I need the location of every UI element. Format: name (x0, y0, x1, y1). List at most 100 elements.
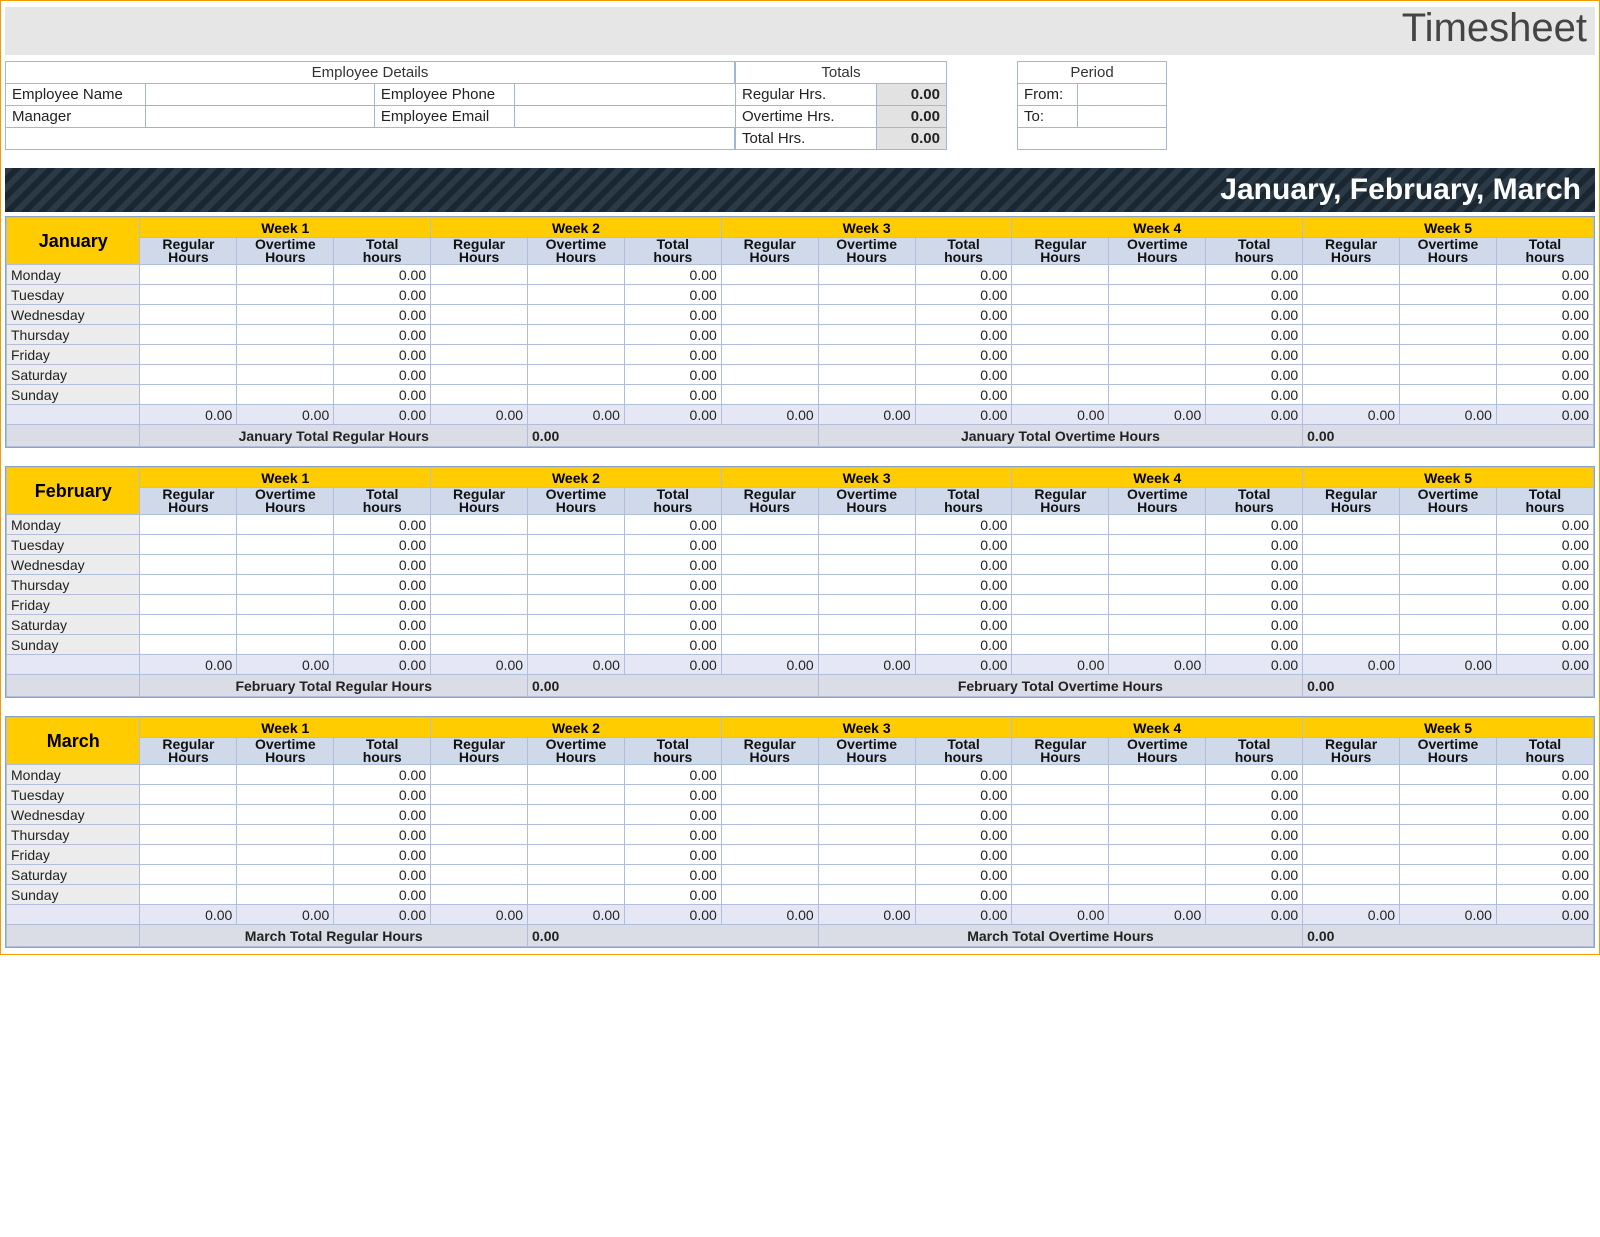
employee-phone-field[interactable] (514, 84, 734, 106)
regular-hours-cell[interactable] (721, 555, 818, 575)
manager-field[interactable] (146, 106, 375, 128)
overtime-hours-cell[interactable] (1400, 515, 1497, 535)
regular-hours-cell[interactable] (140, 865, 237, 885)
overtime-hours-cell[interactable] (1400, 845, 1497, 865)
regular-hours-cell[interactable] (431, 535, 528, 555)
regular-hours-cell[interactable] (721, 345, 818, 365)
regular-hours-cell[interactable] (1012, 575, 1109, 595)
overtime-hours-cell[interactable] (528, 305, 625, 325)
overtime-hours-cell[interactable] (528, 555, 625, 575)
overtime-hours-cell[interactable] (818, 885, 915, 905)
regular-hours-cell[interactable] (140, 825, 237, 845)
overtime-hours-cell[interactable] (1109, 845, 1206, 865)
regular-hours-cell[interactable] (140, 785, 237, 805)
overtime-hours-cell[interactable] (237, 635, 334, 655)
overtime-hours-cell[interactable] (528, 595, 625, 615)
regular-hours-cell[interactable] (1012, 285, 1109, 305)
regular-hours-cell[interactable] (431, 305, 528, 325)
regular-hours-cell[interactable] (431, 785, 528, 805)
employee-email-field[interactable] (514, 106, 734, 128)
overtime-hours-cell[interactable] (1109, 515, 1206, 535)
regular-hours-cell[interactable] (721, 385, 818, 405)
overtime-hours-cell[interactable] (528, 325, 625, 345)
regular-hours-cell[interactable] (1012, 325, 1109, 345)
overtime-hours-cell[interactable] (237, 385, 334, 405)
regular-hours-cell[interactable] (1303, 285, 1400, 305)
regular-hours-cell[interactable] (1012, 345, 1109, 365)
regular-hours-cell[interactable] (1012, 785, 1109, 805)
overtime-hours-cell[interactable] (237, 615, 334, 635)
overtime-hours-cell[interactable] (237, 325, 334, 345)
overtime-hours-cell[interactable] (1400, 265, 1497, 285)
regular-hours-cell[interactable] (431, 865, 528, 885)
regular-hours-cell[interactable] (140, 595, 237, 615)
overtime-hours-cell[interactable] (1109, 365, 1206, 385)
overtime-hours-cell[interactable] (818, 575, 915, 595)
regular-hours-cell[interactable] (1303, 845, 1400, 865)
overtime-hours-cell[interactable] (818, 765, 915, 785)
overtime-hours-cell[interactable] (528, 885, 625, 905)
overtime-hours-cell[interactable] (528, 385, 625, 405)
overtime-hours-cell[interactable] (237, 515, 334, 535)
overtime-hours-cell[interactable] (528, 345, 625, 365)
regular-hours-cell[interactable] (1303, 595, 1400, 615)
regular-hours-cell[interactable] (431, 805, 528, 825)
regular-hours-cell[interactable] (1303, 555, 1400, 575)
overtime-hours-cell[interactable] (237, 865, 334, 885)
regular-hours-cell[interactable] (721, 365, 818, 385)
regular-hours-cell[interactable] (1012, 385, 1109, 405)
overtime-hours-cell[interactable] (528, 845, 625, 865)
regular-hours-cell[interactable] (721, 765, 818, 785)
overtime-hours-cell[interactable] (1400, 635, 1497, 655)
regular-hours-cell[interactable] (1303, 385, 1400, 405)
overtime-hours-cell[interactable] (1400, 555, 1497, 575)
regular-hours-cell[interactable] (431, 765, 528, 785)
overtime-hours-cell[interactable] (528, 515, 625, 535)
overtime-hours-cell[interactable] (1109, 865, 1206, 885)
overtime-hours-cell[interactable] (1400, 285, 1497, 305)
overtime-hours-cell[interactable] (1400, 305, 1497, 325)
regular-hours-cell[interactable] (1303, 535, 1400, 555)
regular-hours-cell[interactable] (140, 345, 237, 365)
regular-hours-cell[interactable] (140, 845, 237, 865)
regular-hours-cell[interactable] (431, 515, 528, 535)
overtime-hours-cell[interactable] (818, 845, 915, 865)
regular-hours-cell[interactable] (1012, 845, 1109, 865)
overtime-hours-cell[interactable] (818, 615, 915, 635)
overtime-hours-cell[interactable] (237, 305, 334, 325)
regular-hours-cell[interactable] (721, 515, 818, 535)
regular-hours-cell[interactable] (431, 385, 528, 405)
overtime-hours-cell[interactable] (237, 365, 334, 385)
regular-hours-cell[interactable] (1303, 885, 1400, 905)
overtime-hours-cell[interactable] (1109, 765, 1206, 785)
overtime-hours-cell[interactable] (237, 845, 334, 865)
overtime-hours-cell[interactable] (1400, 885, 1497, 905)
overtime-hours-cell[interactable] (818, 535, 915, 555)
overtime-hours-cell[interactable] (237, 885, 334, 905)
overtime-hours-cell[interactable] (237, 535, 334, 555)
overtime-hours-cell[interactable] (237, 765, 334, 785)
regular-hours-cell[interactable] (431, 615, 528, 635)
overtime-hours-cell[interactable] (237, 345, 334, 365)
regular-hours-cell[interactable] (140, 535, 237, 555)
overtime-hours-cell[interactable] (1400, 615, 1497, 635)
regular-hours-cell[interactable] (721, 595, 818, 615)
overtime-hours-cell[interactable] (528, 615, 625, 635)
regular-hours-cell[interactable] (1303, 345, 1400, 365)
regular-hours-cell[interactable] (1012, 805, 1109, 825)
regular-hours-cell[interactable] (140, 635, 237, 655)
regular-hours-cell[interactable] (1303, 515, 1400, 535)
overtime-hours-cell[interactable] (1400, 575, 1497, 595)
regular-hours-cell[interactable] (1012, 555, 1109, 575)
regular-hours-cell[interactable] (431, 595, 528, 615)
overtime-hours-cell[interactable] (237, 555, 334, 575)
regular-hours-cell[interactable] (1303, 365, 1400, 385)
overtime-hours-cell[interactable] (528, 365, 625, 385)
regular-hours-cell[interactable] (140, 805, 237, 825)
regular-hours-cell[interactable] (721, 265, 818, 285)
overtime-hours-cell[interactable] (818, 635, 915, 655)
regular-hours-cell[interactable] (140, 575, 237, 595)
regular-hours-cell[interactable] (1303, 615, 1400, 635)
overtime-hours-cell[interactable] (1400, 785, 1497, 805)
regular-hours-cell[interactable] (140, 885, 237, 905)
